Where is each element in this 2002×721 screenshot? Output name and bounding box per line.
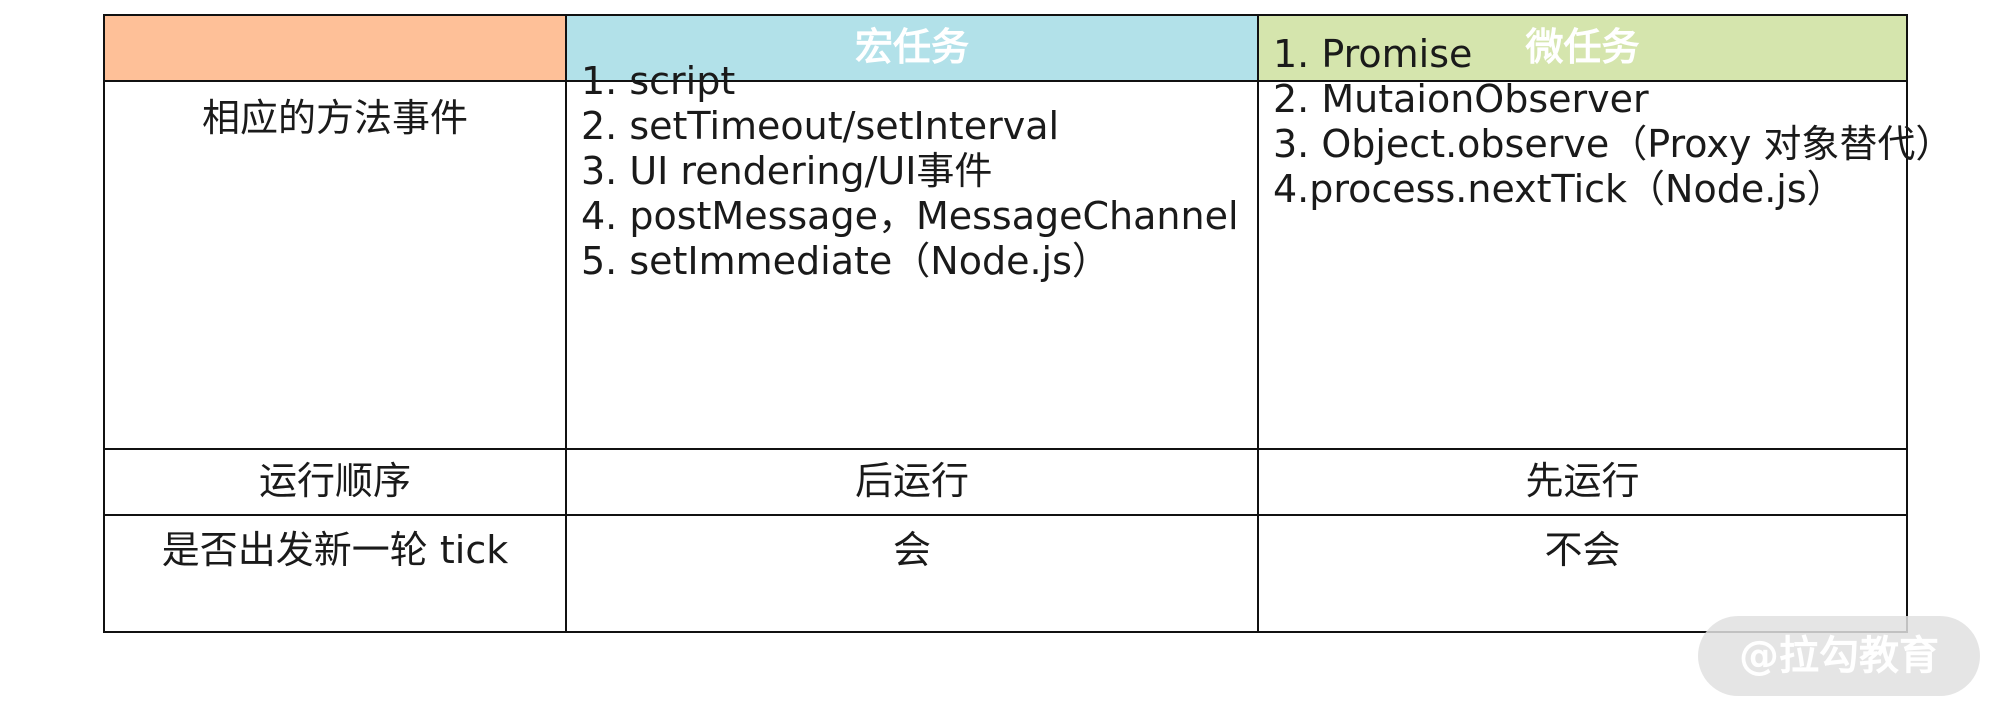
macro-new-tick: 会 xyxy=(892,528,931,572)
run-order-label-cell: 运行顺序 xyxy=(103,448,567,516)
list-item: 3. UI rendering/UI事件 xyxy=(581,149,993,193)
methods-row: 相应的方法事件 1. script 2. setTimeout/setInter… xyxy=(103,32,1954,450)
header-macro-task: 宏任务 xyxy=(854,25,969,70)
macro-methods-list: 1. script 2. setTimeout/setInterval 3. U… xyxy=(567,59,1257,284)
header-blank-cell xyxy=(103,14,567,82)
macro-run-order: 后运行 xyxy=(854,459,969,504)
macro-micro-task-comparison-table: 宏任务 微任务 相应的方法事件 1. script 2. setTimeout/… xyxy=(103,14,1954,633)
new-tick-row-label: 是否出发新一轮 tick xyxy=(161,528,509,572)
list-item: 2. MutaionObserver xyxy=(1273,77,1649,121)
list-item: 5. setImmediate（Node.js） xyxy=(581,239,1110,283)
list-item: 3. Object.observe（Proxy 对象替代） xyxy=(1273,122,1954,166)
new-tick-label-cell: 是否出发新一轮 tick xyxy=(103,514,567,633)
macro-new-tick-cell: 会 xyxy=(565,514,1259,633)
micro-new-tick: 不会 xyxy=(1544,528,1621,572)
micro-new-tick-cell: 不会 xyxy=(1257,514,1908,633)
list-item: 4.process.nextTick（Node.js） xyxy=(1273,167,1845,211)
list-item: 2. setTimeout/setInterval xyxy=(581,104,1060,148)
run-order-row: 运行顺序 后运行 先运行 xyxy=(103,448,1908,516)
lagou-watermark: @拉勾教育 xyxy=(1698,616,1980,696)
methods-row-label: 相应的方法事件 xyxy=(201,96,468,140)
micro-methods-cell: 1. Promise 2. MutaionObserver 3. Object.… xyxy=(1257,32,1954,450)
macro-methods-cell: 1. script 2. setTimeout/setInterval 3. U… xyxy=(565,59,1259,450)
micro-run-order-cell: 先运行 xyxy=(1257,448,1908,516)
run-order-row-label: 运行顺序 xyxy=(258,459,411,504)
macro-run-order-cell: 后运行 xyxy=(565,448,1259,516)
micro-run-order: 先运行 xyxy=(1525,459,1640,504)
list-item: 4. postMessage，MessageChannel xyxy=(581,194,1239,238)
header-micro-task: 微任务 xyxy=(1525,25,1640,70)
new-tick-row: 是否出发新一轮 tick 会 不会 xyxy=(103,514,1908,633)
methods-label-cell: 相应的方法事件 xyxy=(103,80,567,450)
